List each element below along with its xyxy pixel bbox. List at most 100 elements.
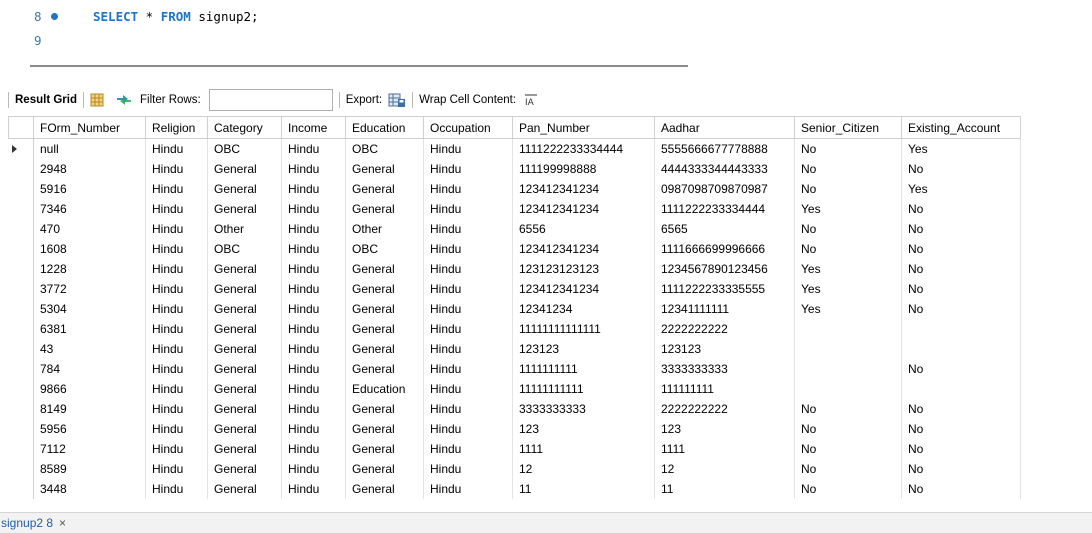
grid-cell[interactable]: 1111222233335555 [654, 279, 795, 299]
grid-cell[interactable]: OBC [345, 239, 424, 259]
grid-cell[interactable]: Hindu [281, 259, 346, 279]
grid-cell[interactable]: Hindu [145, 279, 208, 299]
grid-cell[interactable]: 123412341234 [512, 279, 655, 299]
row-indicator[interactable] [8, 439, 34, 459]
grid-cell[interactable]: No [794, 219, 902, 239]
row-indicator[interactable] [8, 299, 34, 319]
grid-cell[interactable]: Hindu [281, 459, 346, 479]
grid-cell[interactable]: General [207, 339, 282, 359]
grid-cell[interactable]: 12341111111 [654, 299, 795, 319]
grid-cell[interactable]: Hindu [423, 259, 513, 279]
grid-cell[interactable]: Yes [794, 279, 902, 299]
grid-cell[interactable]: Hindu [423, 359, 513, 379]
grid-cell[interactable]: Yes [901, 138, 1021, 159]
grid-cell[interactable]: Education [345, 379, 424, 399]
row-indicator[interactable] [8, 339, 34, 359]
grid-cell[interactable]: 12 [512, 459, 655, 479]
table-row[interactable]: 470 Hindu Other Hindu Other Hindu 6556 6565 No No [8, 219, 1021, 239]
grid-cell[interactable]: 123123123123 [512, 259, 655, 279]
grid-cell[interactable]: 12 [654, 459, 795, 479]
column-header[interactable]: Education [345, 116, 424, 139]
row-indicator[interactable] [8, 399, 34, 419]
grid-cell[interactable]: Hindu [281, 219, 346, 239]
grid-cell[interactable]: 123412341234 [512, 199, 655, 219]
grid-cell[interactable]: Hindu [145, 399, 208, 419]
grid-cell[interactable]: General [345, 159, 424, 179]
grid-cell[interactable]: Hindu [145, 379, 208, 399]
grid-cell[interactable]: General [207, 459, 282, 479]
grid-cell[interactable]: Hindu [423, 419, 513, 439]
sql-statement[interactable]: SELECT * FROM signup2; [93, 7, 259, 27]
grid-cell[interactable]: 7112 [33, 439, 146, 459]
sql-editor[interactable]: 8 SELECT * FROM signup2; 9 [0, 0, 1092, 60]
grid-cell[interactable]: 123 [654, 419, 795, 439]
table-row[interactable]: 9866 Hindu General Hindu Education Hindu 11111… [8, 379, 1021, 399]
table-row[interactable]: 3448 Hindu General Hindu General Hindu 11 11 No N… [8, 479, 1021, 499]
row-indicator[interactable] [8, 359, 34, 379]
grid-cell[interactable]: 3772 [33, 279, 146, 299]
grid-cell[interactable]: Hindu [281, 319, 346, 339]
grid-cell[interactable]: Hindu [145, 339, 208, 359]
grid-cell[interactable] [901, 379, 1021, 399]
grid-cell[interactable]: 8589 [33, 459, 146, 479]
grid-cell[interactable]: Hindu [145, 138, 208, 159]
grid-cell[interactable]: General [345, 359, 424, 379]
grid-cell[interactable]: Hindu [145, 199, 208, 219]
grid-cell[interactable]: 5956 [33, 419, 146, 439]
grid-cell[interactable]: Hindu [423, 199, 513, 219]
grid-cell[interactable]: No [901, 359, 1021, 379]
grid-cell[interactable]: Hindu [423, 279, 513, 299]
grid-cell[interactable]: Yes [901, 179, 1021, 199]
table-row[interactable]: 1228 Hindu General Hindu General Hindu 1231231… [8, 259, 1021, 279]
grid-cell[interactable]: General [207, 159, 282, 179]
grid-cell[interactable]: Hindu [281, 299, 346, 319]
grid-cell[interactable]: General [207, 319, 282, 339]
grid-cell[interactable]: General [207, 419, 282, 439]
grid-cell[interactable]: Hindu [423, 459, 513, 479]
grid-cell[interactable]: Yes [794, 199, 902, 219]
grid-cell[interactable]: General [345, 339, 424, 359]
row-indicator[interactable] [8, 379, 34, 399]
grid-cell[interactable]: 1234567890123456 [654, 259, 795, 279]
grid-cell[interactable] [794, 319, 902, 339]
horizontal-scrollbar[interactable] [30, 65, 688, 67]
row-indicator[interactable] [8, 459, 34, 479]
grid-cell[interactable]: Hindu [423, 379, 513, 399]
grid-cell[interactable]: No [901, 219, 1021, 239]
grid-cell[interactable] [901, 319, 1021, 339]
grid-cell[interactable]: No [901, 159, 1021, 179]
grid-cell[interactable]: Hindu [281, 199, 346, 219]
grid-cell[interactable]: 12341234 [512, 299, 655, 319]
grid-cell[interactable]: Hindu [281, 239, 346, 259]
row-indicator[interactable] [8, 219, 34, 239]
grid-cell[interactable]: 4444333344443333 [654, 159, 795, 179]
grid-cell[interactable]: No [794, 239, 902, 259]
wrap-cell-content-icon[interactable]: IA [524, 94, 538, 108]
grid-cell[interactable]: 111199998888 [512, 159, 655, 179]
grid-cell[interactable]: No [901, 279, 1021, 299]
grid-cell[interactable]: Hindu [281, 479, 346, 499]
grid-cell[interactable]: General [207, 279, 282, 299]
grid-cell[interactable]: No [901, 399, 1021, 419]
grid-cell[interactable]: 3333333333 [654, 359, 795, 379]
grid-cell[interactable]: null [33, 138, 146, 159]
grid-cell[interactable]: 11111111111111 [512, 319, 655, 339]
grid-cell[interactable]: 9866 [33, 379, 146, 399]
grid-cell[interactable]: OBC [207, 138, 282, 159]
grid-cell[interactable]: Hindu [281, 159, 346, 179]
grid-cell[interactable]: General [207, 199, 282, 219]
grid-cell[interactable]: Hindu [281, 359, 346, 379]
grid-cell[interactable]: 5916 [33, 179, 146, 199]
grid-cell[interactable]: Hindu [281, 179, 346, 199]
grid-view-icon[interactable] [90, 93, 104, 107]
column-header[interactable]: FOrm_Number [33, 116, 146, 139]
grid-cell[interactable]: 6556 [512, 219, 655, 239]
table-row[interactable]: 8589 Hindu General Hindu General Hindu 12 12 No N… [8, 459, 1021, 479]
grid-cell[interactable]: 5555666677778888 [654, 138, 795, 159]
grid-cell[interactable]: 0987098709870987 [654, 179, 795, 199]
row-indicator[interactable] [8, 319, 34, 339]
grid-cell[interactable]: 2948 [33, 159, 146, 179]
table-row[interactable]: 1608 Hindu OBC Hindu OBC Hindu 123412341234 111… [8, 239, 1021, 259]
row-indicator[interactable] [8, 138, 34, 159]
grid-cell[interactable]: General [207, 439, 282, 459]
